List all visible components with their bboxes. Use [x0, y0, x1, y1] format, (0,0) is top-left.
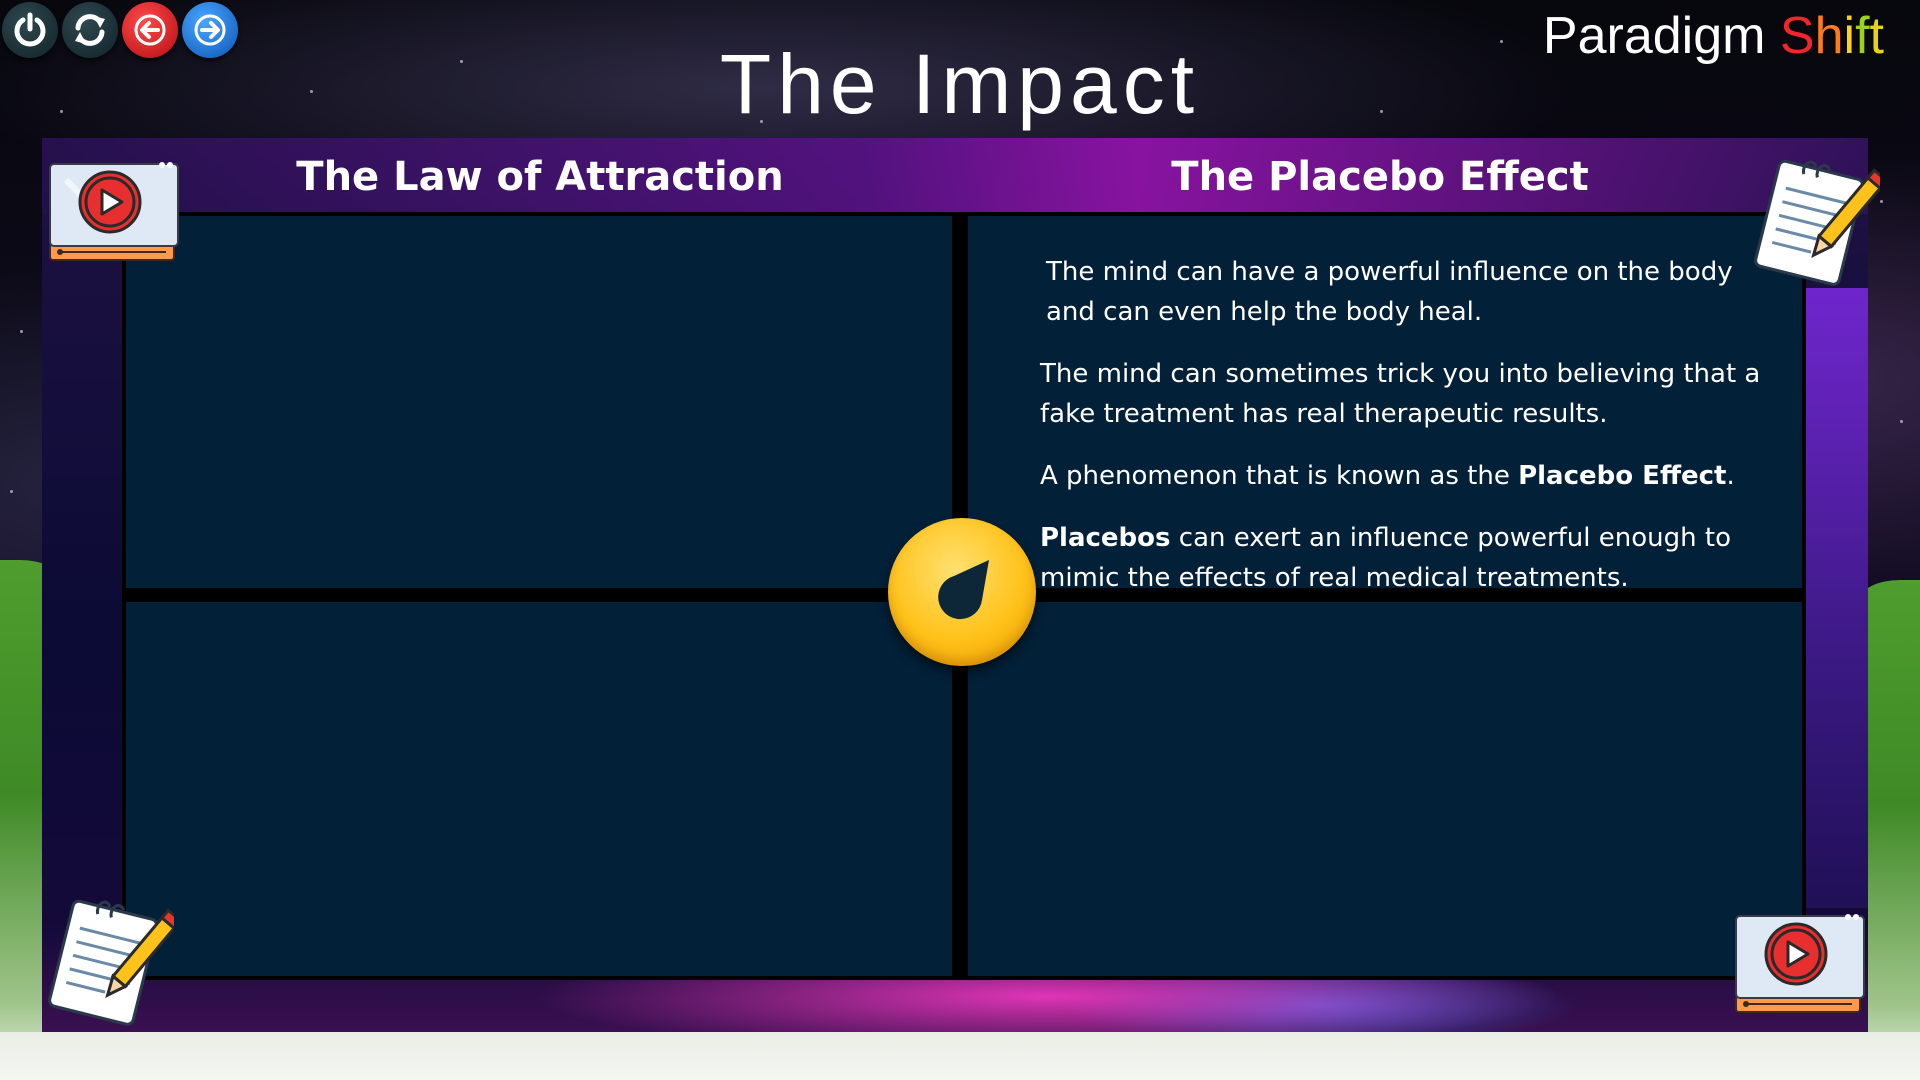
- placebo-paragraph: The mind can have a powerful influence o…: [1046, 257, 1733, 327]
- brand-letter: S: [1779, 7, 1815, 65]
- placebo-paragraph: The mind can sometimes trick you into be…: [1040, 359, 1761, 429]
- heading-law-of-attraction: The Law of Attraction: [296, 154, 784, 200]
- video-player-icon: [1735, 914, 1865, 1013]
- brand-word-paradigm: Paradigm: [1542, 7, 1766, 65]
- floor-strip: [0, 1032, 1920, 1080]
- placebo-paragraph: Placebos can exert an influence powerful…: [1040, 518, 1770, 598]
- brand-logo: Paradigm Shift: [1543, 6, 1884, 66]
- stage-glow: [1798, 288, 1868, 908]
- grass-hill-right: [1860, 580, 1920, 1080]
- bold-term: Placebos: [1040, 523, 1171, 553]
- compass-button[interactable]: [888, 518, 1036, 666]
- quadrant-top-left: [126, 216, 952, 588]
- video-player-icon: [49, 162, 179, 261]
- brand-letter: h: [1814, 7, 1844, 65]
- text: A phenomenon that is known as the: [1040, 461, 1519, 491]
- heading-placebo-effect: The Placebo Effect: [1171, 154, 1589, 200]
- notepad-pencil-icon: [1754, 159, 1889, 286]
- brand-letter: i: [1843, 7, 1856, 65]
- placebo-paragraph: A phenomenon that is known as the Placeb…: [1040, 456, 1770, 496]
- text: .: [1726, 461, 1735, 491]
- notes-button-top-right[interactable]: [1748, 156, 1889, 292]
- quadrant-bottom-right: [968, 602, 1802, 976]
- compass-icon: [938, 560, 989, 620]
- notepad-pencil-icon: [48, 899, 183, 1026]
- notes-button-bottom-left[interactable]: [42, 896, 183, 1032]
- brand-letter: t: [1869, 7, 1884, 65]
- bold-term: Placebo Effect: [1518, 461, 1727, 491]
- quadrant-top-right: The mind can have a powerful influence o…: [968, 216, 1802, 593]
- video-button-bottom-right[interactable]: [1732, 912, 1868, 1020]
- quadrant-bottom-left: [126, 602, 952, 976]
- placebo-text: The mind can have a powerful influence o…: [1040, 252, 1770, 620]
- brand-letter: f: [1855, 7, 1870, 65]
- video-button-top-left[interactable]: [46, 160, 182, 268]
